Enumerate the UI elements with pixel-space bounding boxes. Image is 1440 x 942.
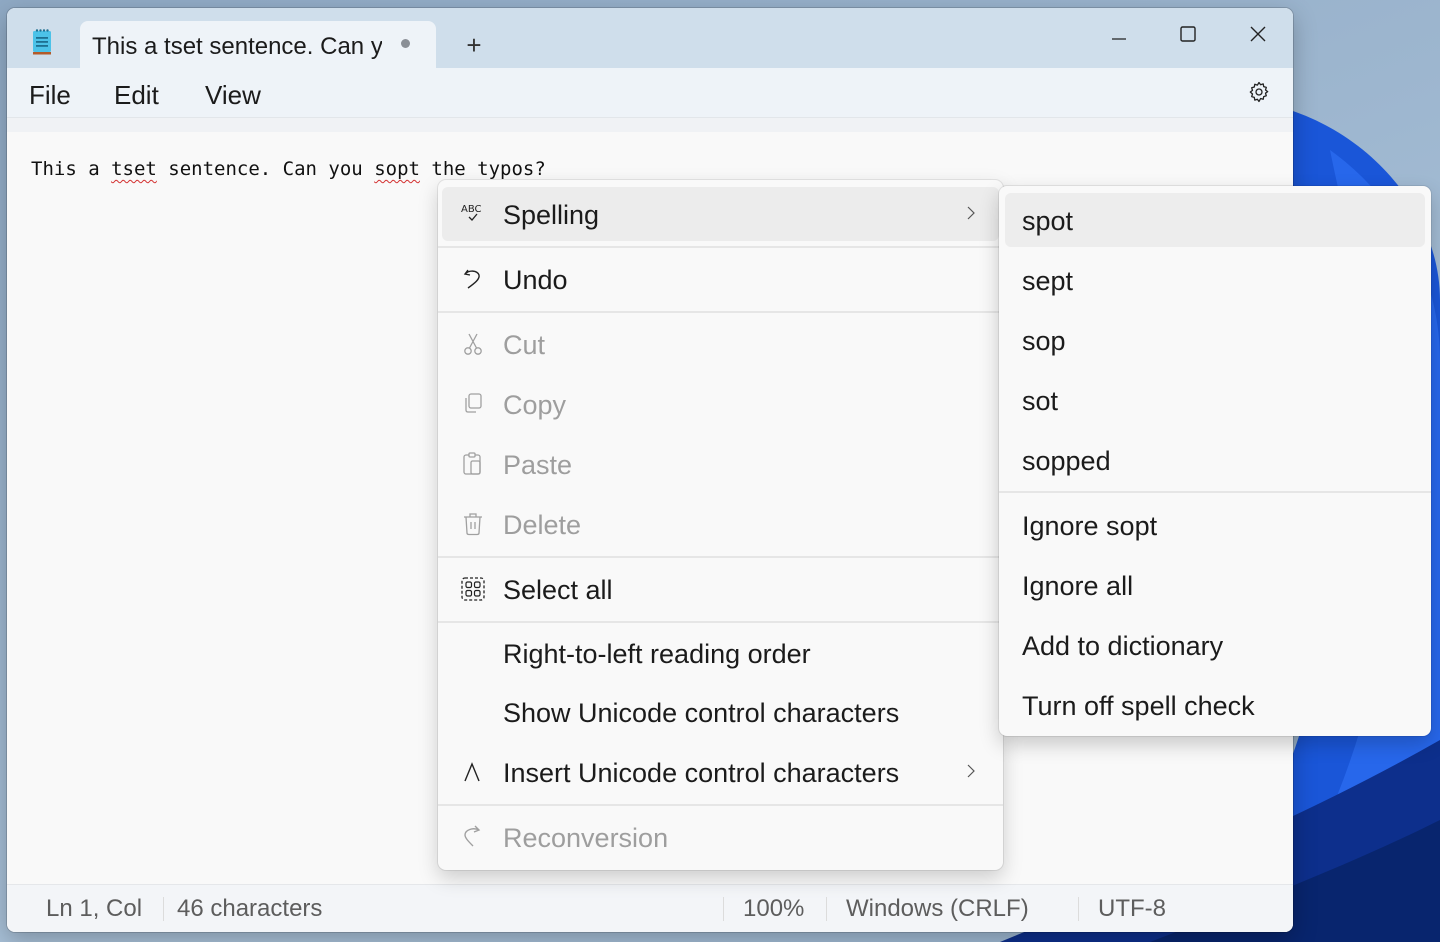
menu-separator: [438, 246, 1003, 248]
misspelled-word[interactable]: tset: [111, 158, 157, 180]
ignore-all-button[interactable]: Ignore all: [1005, 558, 1425, 612]
copy-icon: [460, 391, 486, 417]
context-menu: ABC Spelling Undo Cut Copy Paste Delete: [438, 180, 1003, 870]
svg-text:ABC: ABC: [461, 204, 482, 215]
misspelled-word[interactable]: sopt: [374, 158, 420, 180]
menu-item-label: Select all: [503, 575, 613, 605]
action-label: Turn off spell check: [1022, 691, 1255, 721]
menu-item-reconversion[interactable]: Reconversion: [442, 810, 999, 864]
menu-separator: [438, 311, 1003, 313]
trash-icon: [460, 511, 486, 537]
minimize-button[interactable]: [1089, 14, 1149, 54]
encoding[interactable]: UTF-8: [1098, 895, 1166, 923]
menu-item-label: Cut: [503, 330, 546, 360]
status-divider: [163, 897, 164, 921]
suggestion-item[interactable]: spot: [1005, 193, 1425, 247]
menu-item-show-unicode[interactable]: Show Unicode control characters: [442, 685, 999, 739]
notepad-app-icon: [33, 29, 51, 55]
menubar-divider: [7, 118, 1293, 132]
turn-off-spell-check-button[interactable]: Turn off spell check: [1005, 678, 1425, 732]
suggestion-item[interactable]: sept: [1005, 253, 1425, 307]
close-button[interactable]: [1228, 14, 1288, 54]
menu-item-label: Insert Unicode control characters: [503, 758, 900, 788]
unsaved-indicator-icon[interactable]: [401, 39, 410, 48]
title-bar: This a tset sentence. Can you sopt the t…: [7, 8, 1293, 68]
caret-icon: [460, 759, 486, 785]
close-icon: [1250, 26, 1266, 42]
menu-item-select-all[interactable]: Select all: [442, 562, 999, 616]
menu-item-delete[interactable]: Delete: [442, 497, 999, 551]
menu-item-spelling[interactable]: ABC Spelling: [442, 187, 999, 241]
menu-item-label: Show Unicode control characters: [503, 698, 900, 728]
menu-item-label: Delete: [503, 510, 582, 540]
minimize-icon: [1112, 38, 1126, 40]
menu-item-label: Reconversion: [503, 823, 669, 853]
chevron-right-icon: [967, 764, 975, 778]
menu-item-label: Paste: [503, 450, 573, 480]
suggestion-label: sot: [1022, 386, 1059, 416]
text-segment: sentence. Can you: [156, 158, 375, 180]
suggestion-item[interactable]: sot: [1005, 373, 1425, 427]
select-all-icon: [460, 576, 486, 602]
cursor-position: Ln 1, Col: [46, 895, 143, 922]
menu-item-rtl-reading-order[interactable]: Right-to-left reading order: [442, 626, 999, 680]
menu-item-label: Undo: [503, 265, 568, 295]
ignore-word-button[interactable]: Ignore sopt: [1005, 498, 1425, 552]
new-tab-button[interactable]: +: [454, 30, 494, 62]
status-divider: [1078, 897, 1079, 921]
menu-item-label: Spelling: [503, 200, 600, 230]
menu-separator: [438, 804, 1003, 806]
suggestion-label: sop: [1022, 326, 1066, 356]
menu-item-undo[interactable]: Undo: [442, 252, 999, 306]
suggestion-label: spot: [1022, 206, 1074, 236]
suggestion-label: sept: [1022, 266, 1074, 296]
menu-separator: [438, 621, 1003, 623]
undo-icon: [460, 266, 486, 292]
maximize-icon: [1180, 26, 1196, 42]
tab-title: This a tset sentence. Can you sopt the t…: [92, 33, 382, 60]
add-to-dictionary-button[interactable]: Add to dictionary: [1005, 618, 1425, 672]
editor-content[interactable]: This a tset sentence. Can you sopt the t…: [31, 158, 546, 180]
spell-check-icon: ABC: [460, 201, 486, 227]
status-divider: [826, 897, 827, 921]
menu-separator: [438, 556, 1003, 558]
action-label: Add to dictionary: [1022, 631, 1224, 661]
line-ending[interactable]: Windows (CRLF): [846, 895, 1029, 923]
suggestion-item[interactable]: sop: [1005, 313, 1425, 367]
menu-file[interactable]: File: [29, 80, 71, 111]
status-bar: Ln 1, Col 46 characters 100% Windows (CR…: [7, 884, 1293, 932]
gear-icon[interactable]: [1247, 80, 1271, 104]
zoom-level[interactable]: 100%: [743, 895, 804, 923]
menu-item-label: Right-to-left reading order: [503, 639, 811, 669]
scissors-icon: [460, 331, 486, 357]
menu-item-paste[interactable]: Paste: [442, 437, 999, 491]
menu-bar: File Edit View: [7, 68, 1293, 118]
menu-item-label: Copy: [503, 390, 567, 420]
status-divider: [723, 897, 724, 921]
character-count: 46 characters: [177, 895, 323, 922]
reconversion-icon: [460, 824, 486, 850]
action-label: Ignore all: [1022, 571, 1134, 601]
suggestion-item[interactable]: sopped: [1005, 433, 1425, 487]
menu-edit[interactable]: Edit: [114, 80, 159, 111]
menu-separator: [999, 491, 1431, 493]
menu-item-copy[interactable]: Copy: [442, 377, 999, 431]
maximize-button[interactable]: [1158, 14, 1218, 54]
menu-view[interactable]: View: [205, 80, 261, 111]
menu-item-cut[interactable]: Cut: [442, 317, 999, 371]
suggestion-label: sopped: [1022, 446, 1111, 476]
text-segment: the typos?: [419, 158, 546, 180]
menu-item-insert-unicode[interactable]: Insert Unicode control characters: [442, 745, 999, 799]
text-segment: This a: [31, 158, 112, 180]
paste-icon: [460, 451, 486, 477]
spelling-submenu: spot sept sop sot sopped Ignore sopt Ign…: [999, 186, 1431, 736]
action-label: Ignore sopt: [1022, 511, 1158, 541]
document-tab[interactable]: This a tset sentence. Can you sopt the t…: [80, 21, 436, 68]
chevron-right-icon: [967, 206, 975, 220]
